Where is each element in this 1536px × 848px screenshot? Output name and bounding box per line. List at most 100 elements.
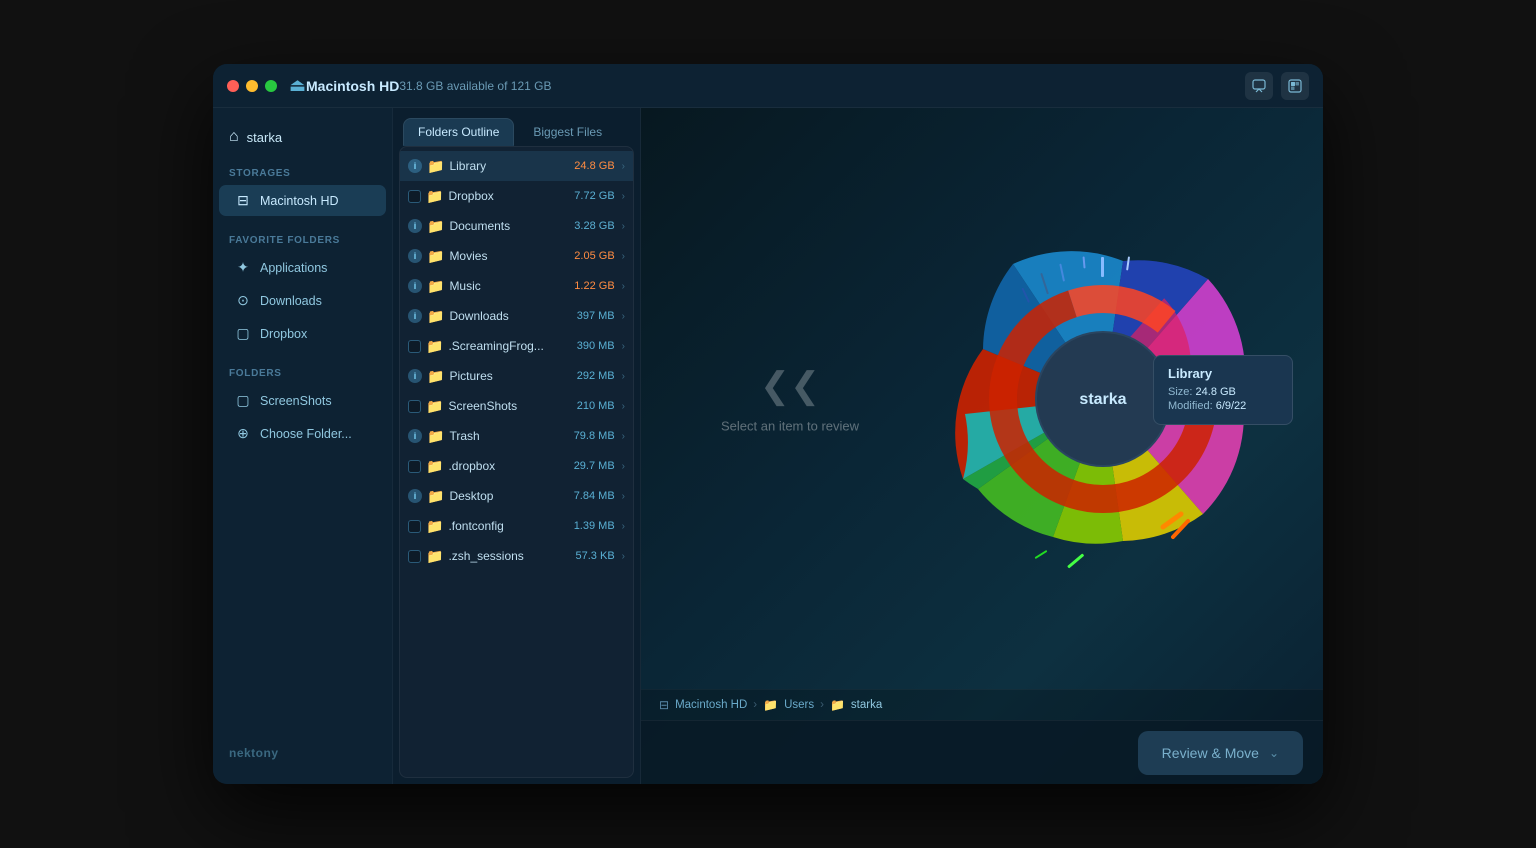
chevron-right-icon: › — [622, 311, 625, 322]
chevron-right-icon: › — [622, 401, 625, 412]
select-prompt: ❮❮ Select an item to review — [721, 364, 859, 433]
sidebar-item-macintosh-hd[interactable]: ⊟ Macintosh HD — [219, 185, 386, 216]
file-size: 3.28 GB — [574, 220, 614, 232]
file-size: 390 MB — [577, 340, 615, 352]
applications-icon: ✦ — [235, 259, 251, 276]
file-row[interactable]: i📁Music1.22 GB› — [400, 271, 633, 301]
screenshots-label: ScreenShots — [260, 394, 332, 408]
file-row[interactable]: i 📁 Pictures 292 MB › — [400, 361, 633, 391]
chevron-right-icon: › — [622, 221, 625, 232]
file-row[interactable]: 📁.ScreamingFrog...390 MB› — [400, 331, 633, 361]
file-name: .ScreamingFrog... — [448, 339, 571, 353]
file-row[interactable]: 📁 ScreenShots 210 MB › — [400, 391, 633, 421]
sidebar-item-choose-folder[interactable]: ⊕ Choose Folder... — [219, 418, 386, 449]
feedback-button[interactable] — [1245, 72, 1273, 100]
breadcrumb-starka[interactable]: starka — [851, 699, 882, 711]
file-checkbox[interactable] — [408, 460, 421, 473]
file-row[interactable]: 📁.zsh_sessions57.3 KB› — [400, 541, 633, 571]
macintosh-hd-label: Macintosh HD — [260, 194, 339, 208]
info-button[interactable]: i — [408, 279, 422, 293]
folder-icon: 📁 — [427, 278, 444, 295]
file-size: 292 MB — [577, 370, 615, 382]
info-button[interactable]: i — [408, 309, 422, 323]
sidebar-item-screenshots[interactable]: ▢ ScreenShots — [219, 385, 386, 416]
info-button[interactable]: i — [408, 159, 422, 173]
file-row[interactable]: 📁Dropbox7.72 GB› — [400, 181, 633, 211]
file-name: Downloads — [449, 309, 571, 323]
preview-panel: ❮❮ Select an item to review — [641, 108, 1323, 784]
file-name: .fontconfig — [448, 519, 568, 533]
file-size: 7.84 MB — [574, 490, 615, 502]
chevron-right-icon: › — [622, 281, 625, 292]
tab-biggest-files[interactable]: Biggest Files — [518, 118, 617, 146]
share-button[interactable] — [1281, 72, 1309, 100]
dropbox-icon: ▢ — [235, 325, 251, 342]
titlebar: ⏏ Macintosh HD 31.8 GB available of 121 … — [213, 64, 1323, 108]
file-row[interactable]: i📁Trash79.8 MB› — [400, 421, 633, 451]
file-row[interactable]: 📁.dropbox29.7 MB› — [400, 451, 633, 481]
file-size: 210 MB — [577, 400, 615, 412]
file-size: 24.8 GB — [574, 160, 614, 172]
chevron-right-icon: › — [622, 551, 625, 562]
file-checkbox[interactable] — [408, 520, 421, 533]
minimize-button[interactable] — [246, 80, 258, 92]
file-checkbox[interactable] — [408, 400, 421, 413]
file-row[interactable]: i📁Downloads397 MB› — [400, 301, 633, 331]
breadcrumb-users[interactable]: Users — [784, 699, 814, 711]
screenshots-icon: ▢ — [235, 392, 251, 409]
file-row[interactable]: 📁.fontconfig1.39 MB› — [400, 511, 633, 541]
sidebar-item-downloads[interactable]: ⊙ Downloads — [219, 285, 386, 316]
app-window: ⏏ Macintosh HD 31.8 GB available of 121 … — [213, 64, 1323, 784]
chevron-right-icon: › — [622, 371, 625, 382]
chevron-right-icon: › — [622, 191, 625, 202]
file-checkbox[interactable] — [408, 550, 421, 563]
folder-icon: 📁 — [426, 188, 443, 205]
file-size: 7.72 GB — [574, 190, 614, 202]
file-row[interactable]: i 📁 Documents 3.28 GB › — [400, 211, 633, 241]
dropbox-label: Dropbox — [260, 327, 307, 341]
chevron-right-icon: › — [622, 521, 625, 532]
folder-icon: 📁 — [426, 398, 443, 415]
file-name: ScreenShots — [448, 399, 571, 413]
choose-folder-label: Choose Folder... — [260, 427, 352, 441]
applications-label: Applications — [260, 261, 327, 275]
favorites-label: Favorite folders — [213, 227, 392, 251]
sidebar-item-dropbox[interactable]: ▢ Dropbox — [219, 318, 386, 349]
folders-label: Folders — [213, 360, 392, 384]
file-name: Documents — [449, 219, 569, 233]
file-name: .dropbox — [448, 459, 568, 473]
sidebar-item-applications[interactable]: ✦ Applications — [219, 252, 386, 283]
file-checkbox[interactable] — [408, 190, 421, 203]
file-row[interactable]: i📁Library24.8 GB› — [400, 151, 633, 181]
file-name: Pictures — [449, 369, 571, 383]
file-row[interactable]: i📁Movies2.05 GB› — [400, 241, 633, 271]
folder-icon: 📁 — [426, 518, 443, 535]
chevron-right-icon: › — [622, 251, 625, 262]
folder-icon: 📁 — [426, 458, 443, 475]
users-bc-icon: 📁 — [763, 698, 778, 712]
folder-icon: 📁 — [427, 488, 444, 505]
content-body: Folders Outline Biggest Files i📁Library2… — [393, 108, 1323, 784]
folder-icon: 📁 — [426, 338, 443, 355]
tooltip-modified-row: Modified: 6/9/22 — [1168, 400, 1278, 412]
info-button[interactable]: i — [408, 249, 422, 263]
folder-icon: 📁 — [427, 218, 444, 235]
info-button[interactable]: i — [408, 489, 422, 503]
file-list[interactable]: i📁Library24.8 GB›📁Dropbox7.72 GB›i📁Docum… — [399, 146, 634, 778]
file-row[interactable]: i📁Desktop7.84 MB› — [400, 481, 633, 511]
info-button[interactable]: i — [408, 369, 422, 383]
file-name: Movies — [449, 249, 569, 263]
brand-label: nektony — [213, 736, 392, 770]
info-button[interactable]: i — [408, 219, 422, 233]
folder-icon: 📁 — [427, 368, 444, 385]
maximize-button[interactable] — [265, 80, 277, 92]
info-button[interactable]: i — [408, 429, 422, 443]
review-move-button[interactable]: Review & Move ⌄ — [1138, 731, 1303, 775]
tab-folders-outline[interactable]: Folders Outline — [403, 118, 514, 146]
file-checkbox[interactable] — [408, 340, 421, 353]
chevron-right-icon: › — [622, 491, 625, 502]
folder-icon: 📁 — [427, 158, 444, 175]
sidebar-user: ⌂ starka — [213, 122, 392, 160]
breadcrumb-macintosh-hd[interactable]: Macintosh HD — [675, 699, 747, 711]
close-button[interactable] — [227, 80, 239, 92]
